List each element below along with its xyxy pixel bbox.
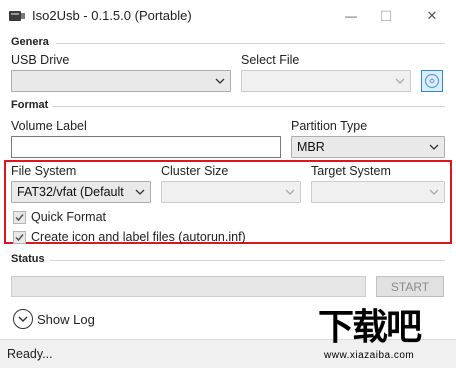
disc-browse-icon	[424, 73, 440, 89]
watermark-main-text: 下载吧	[318, 307, 422, 348]
maximize-icon: ☐	[379, 7, 393, 24]
quick-format-option[interactable]: Quick Format	[13, 210, 106, 224]
quick-format-label: Quick Format	[31, 210, 107, 224]
show-log-toggle[interactable]: Show Log	[13, 309, 95, 329]
general-section-title: Genera	[11, 36, 49, 48]
close-button[interactable]: ✕	[418, 6, 446, 26]
chevron-down-icon	[285, 189, 295, 195]
format-section-title: Format	[11, 99, 49, 111]
general-separator	[56, 43, 445, 44]
minimize-icon: —	[345, 9, 357, 23]
maximize-button[interactable]: ☐	[372, 6, 400, 26]
usb-app-icon	[8, 8, 26, 24]
chevron-down-circle-icon	[13, 309, 33, 329]
autorun-label: Create icon and label files (autorun.inf…	[31, 230, 246, 244]
autorun-option[interactable]: Create icon and label files (autorun.inf…	[13, 230, 246, 244]
select-file-label: Select File	[241, 53, 300, 67]
chevron-down-icon	[429, 144, 439, 150]
autorun-checkbox[interactable]	[13, 230, 26, 244]
show-log-label: Show Log	[37, 311, 95, 327]
start-button[interactable]: START	[376, 276, 444, 297]
title-bar: Iso2Usb - 0.1.5.0 (Portable) — ☐ ✕	[0, 0, 456, 32]
status-text: Ready...	[7, 347, 53, 361]
minimize-button[interactable]: —	[337, 6, 365, 26]
checkmark-icon	[15, 233, 24, 241]
partition-type-value: MBR	[297, 140, 325, 154]
browse-file-button[interactable]	[421, 70, 443, 92]
chevron-down-icon	[429, 189, 439, 195]
format-separator	[52, 106, 445, 107]
usb-drive-dropdown[interactable]	[11, 70, 231, 92]
chevron-down-icon	[395, 78, 405, 84]
target-system-dropdown[interactable]	[311, 181, 445, 203]
quick-format-checkbox[interactable]	[13, 210, 26, 224]
status-separator	[50, 260, 445, 261]
status-section-title: Status	[11, 253, 45, 265]
chevron-down-icon	[215, 78, 225, 84]
checkmark-icon	[15, 213, 24, 221]
volume-label-label: Volume Label	[11, 119, 87, 133]
select-file-dropdown[interactable]	[241, 70, 411, 92]
watermark-logo: 下载吧 www.xiazaiba.com	[318, 308, 452, 364]
watermark-url: www.xiazaiba.com	[324, 350, 415, 361]
volume-label-input[interactable]	[11, 136, 281, 158]
usb-drive-label: USB Drive	[11, 53, 70, 67]
chevron-down-icon	[135, 189, 145, 195]
close-icon: ✕	[426, 8, 438, 23]
partition-type-dropdown[interactable]: MBR	[291, 136, 445, 158]
target-system-label: Target System	[311, 164, 391, 178]
cluster-size-label: Cluster Size	[161, 164, 229, 178]
progress-bar	[11, 276, 366, 297]
cluster-size-dropdown[interactable]	[161, 181, 301, 203]
file-system-label: File System	[11, 164, 77, 178]
file-system-dropdown[interactable]: FAT32/vfat (Default	[11, 181, 151, 203]
partition-type-label: Partition Type	[291, 119, 368, 133]
file-system-value: FAT32/vfat (Default	[17, 185, 124, 199]
window-title: Iso2Usb - 0.1.5.0 (Portable)	[32, 8, 192, 23]
